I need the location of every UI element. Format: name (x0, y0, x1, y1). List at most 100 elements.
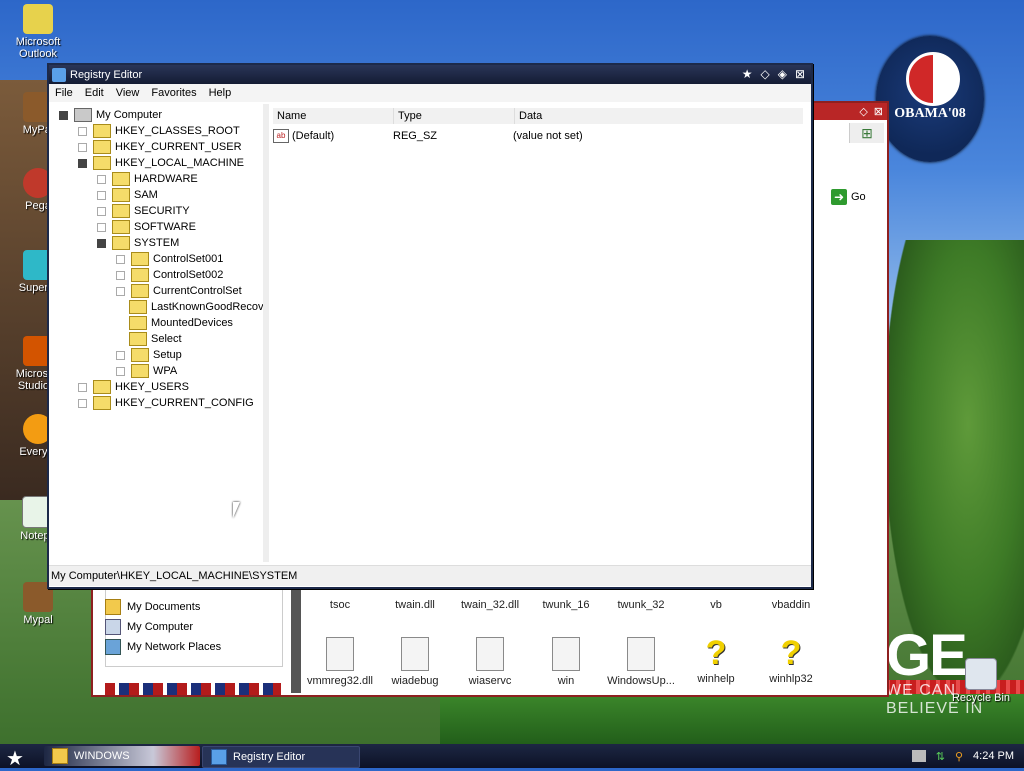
file-item[interactable]: wiaservc (451, 637, 529, 687)
clock[interactable]: 4:24 PM (973, 750, 1014, 762)
tree-node-label: ControlSet001 (153, 253, 224, 265)
left-pane-my-network-places[interactable]: My Network Places (105, 638, 221, 656)
mouse-cursor-icon (233, 502, 240, 518)
left-pane-item-label: My Computer (127, 621, 194, 633)
file-label: winhelp (697, 673, 735, 685)
file-item[interactable]: WindowsUp... (602, 637, 680, 687)
start-button[interactable]: ★ (6, 746, 24, 771)
folder-icon (112, 204, 130, 218)
tree-node-software[interactable]: SOFTWARE (97, 219, 196, 235)
menu-help[interactable]: Help (203, 87, 238, 99)
taskbar-button-registry-editor[interactable]: Registry Editor (202, 746, 360, 768)
expand-icon[interactable] (78, 126, 87, 136)
close-icon[interactable]: ⊠ (874, 105, 883, 118)
system-tray: ⇅ ⚲ 4:24 PM (911, 744, 1024, 768)
file-item[interactable]: ? winhelp (677, 636, 755, 685)
menu-file[interactable]: File (49, 87, 79, 99)
collapse-icon[interactable] (59, 110, 68, 120)
expand-icon[interactable] (97, 222, 106, 232)
tree-connector (116, 320, 123, 327)
registry-editor-window[interactable]: Registry Editor ★ ◇ ◈ ⊠ File Edit View F… (47, 63, 813, 589)
tree-node-hklm[interactable]: HKEY_LOCAL_MACHINE (78, 155, 244, 171)
tree-node-sam[interactable]: SAM (97, 187, 158, 203)
registry-editor-titlebar[interactable]: Registry Editor ★ ◇ ◈ ⊠ (49, 65, 811, 84)
expand-icon[interactable] (97, 174, 106, 184)
left-pane-my-computer[interactable]: My Computer (105, 618, 193, 636)
expand-icon[interactable] (78, 142, 87, 152)
file-item[interactable]: vmmreg32.dll (301, 637, 379, 687)
file-item[interactable]: twunk_32 (602, 599, 680, 611)
column-header-type[interactable]: Type (394, 108, 515, 124)
desktop-icon-recycle-bin[interactable]: Recycle Bin (938, 658, 1024, 704)
menu-favorites[interactable]: Favorites (145, 87, 202, 99)
close-icon[interactable]: ⊠ (795, 67, 805, 81)
expand-icon[interactable] (116, 270, 125, 280)
column-header-data[interactable]: Data (515, 108, 803, 124)
tree-node-hardware[interactable]: HARDWARE (97, 171, 198, 187)
tree-node-security[interactable]: SECURITY (97, 203, 190, 219)
tree-node-controlset001[interactable]: ControlSet001 (116, 251, 223, 267)
file-item[interactable]: wiadebug (376, 637, 454, 687)
tree-node-label: My Computer (96, 109, 163, 121)
file-label: wiaservc (468, 675, 512, 687)
keyboard-icon[interactable] (911, 750, 926, 762)
file-item[interactable]: twunk_16 (527, 599, 605, 611)
file-label: vb (710, 599, 722, 611)
tree-node-hkcr[interactable]: HKEY_CLASSES_ROOT (78, 123, 240, 139)
expand-icon[interactable] (97, 206, 106, 216)
file-item[interactable]: twain.dll (376, 599, 454, 611)
expand-icon[interactable] (78, 398, 87, 408)
search-icon[interactable]: ⚲ (955, 750, 963, 763)
expand-icon[interactable] (116, 286, 125, 296)
tree-node-mounteddevices[interactable]: MountedDevices (116, 315, 233, 331)
desktop-icon-label: Microsoft Outlook (15, 36, 61, 60)
tree-node-controlset002[interactable]: ControlSet002 (116, 267, 223, 283)
folder-icon (131, 284, 149, 298)
tree-node-hkcc[interactable]: HKEY_CURRENT_CONFIG (78, 395, 254, 411)
column-header-name[interactable]: Name (273, 108, 394, 124)
expand-icon[interactable] (97, 190, 106, 200)
tree-node-currentcontrolset[interactable]: CurrentControlSet (116, 283, 242, 299)
expand-icon[interactable] (116, 254, 125, 264)
pin-icon[interactable]: ★ (742, 67, 753, 81)
tree-node-hku[interactable]: HKEY_USERS (78, 379, 189, 395)
expand-icon[interactable] (78, 382, 87, 392)
expand-icon[interactable] (116, 366, 125, 376)
folder-icon (131, 364, 149, 378)
window-title: Registry Editor (70, 68, 143, 81)
file-label: win (557, 675, 575, 687)
maximize-icon[interactable]: ◈ (778, 67, 787, 81)
file-label: winhlp32 (769, 673, 813, 685)
collapse-icon[interactable] (78, 158, 87, 168)
registry-values-list[interactable]: Name Type Data ab (Default) REG_SZ (valu… (269, 104, 807, 562)
menu-edit[interactable]: Edit (79, 87, 110, 99)
table-row[interactable]: ab (Default) REG_SZ (value not set) (273, 128, 803, 144)
minimize-icon[interactable]: ◇ (859, 105, 867, 118)
registry-key-tree[interactable]: My Computer HKEY_CLASSES_ROOT HKEY_CURRE… (49, 104, 263, 548)
settings-file-icon (552, 637, 580, 671)
file-item[interactable]: tsoc (301, 599, 379, 611)
tree-node-select[interactable]: Select (116, 331, 182, 347)
expand-icon[interactable] (116, 350, 125, 360)
file-item[interactable]: vbaddin (752, 599, 830, 611)
menu-view[interactable]: View (110, 87, 146, 99)
tree-node-setup[interactable]: Setup (116, 347, 182, 363)
file-item[interactable]: vb (677, 599, 755, 611)
minimize-icon[interactable]: ◇ (760, 67, 769, 81)
file-item[interactable]: twain_32.dll (451, 599, 529, 611)
go-button[interactable]: ➜ Go (831, 187, 866, 207)
collapse-icon[interactable] (97, 238, 106, 248)
taskbar-button-windows[interactable]: WINDOWS (44, 746, 200, 766)
tree-node-lastknowngood[interactable]: LastKnownGoodRecove (116, 299, 263, 315)
network-icon[interactable]: ⇅ (936, 750, 945, 763)
tree-node-system[interactable]: SYSTEM (97, 235, 179, 251)
tree-node-hkcu[interactable]: HKEY_CURRENT_USER (78, 139, 242, 155)
tree-node-wpa[interactable]: WPA (116, 363, 177, 379)
explorer-scrollbar[interactable] (291, 589, 301, 693)
tree-node-my-computer[interactable]: My Computer (59, 107, 162, 123)
left-pane-my-documents[interactable]: My Documents (105, 598, 200, 616)
file-item[interactable]: win (527, 637, 605, 687)
desktop-icon-outlook[interactable]: Microsoft Outlook (2, 4, 74, 60)
file-label: vmmreg32.dll (306, 675, 374, 687)
file-item[interactable]: ? winhlp32 (752, 636, 830, 685)
